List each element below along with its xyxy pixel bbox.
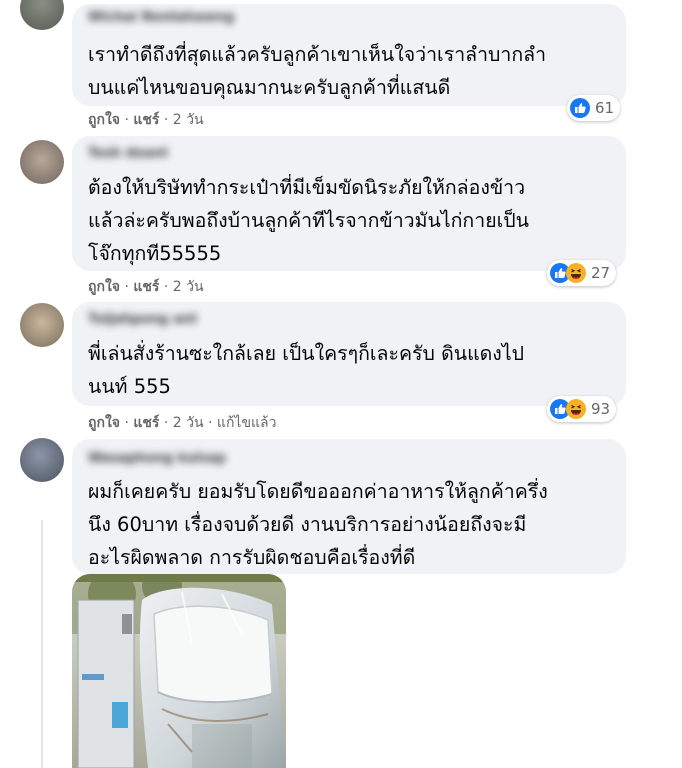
- comment-bubble: Wasaphong kulsap ผมก็เคยครับ ยอมรับโดยดี…: [72, 439, 626, 574]
- comment-line: นึง 60บาท เรื่องจบด้วยดี งานบริการอย่างน…: [88, 513, 527, 536]
- edited-label: แก้ไขแล้ว: [216, 415, 277, 431]
- comment-text: ต้องให้บริษัททำกระเป๋าที่มีเข็มขัดนิระภั…: [88, 171, 610, 270]
- avatar[interactable]: [20, 140, 64, 184]
- separator: ·: [124, 112, 129, 128]
- comment-text: ผมก็เคยครับ ยอมรับโดยดีขอออกค่าอาหารให้ล…: [88, 475, 610, 574]
- comment-photo[interactable]: [72, 574, 286, 768]
- separator: ·: [163, 415, 169, 431]
- comment-line: ต้องให้บริษัททำกระเป๋าที่มีเข็มขัดนิระภั…: [88, 176, 526, 199]
- reaction-summary[interactable]: 93: [547, 396, 617, 422]
- reaction-count: 27: [591, 264, 611, 282]
- timestamp[interactable]: 2 วัน: [173, 415, 204, 431]
- like-reaction-icon: [570, 98, 590, 118]
- comment-line: อะไรผิดพลาด การรับผิดชอบคือเรื่องที่ดี: [88, 546, 416, 569]
- timestamp[interactable]: 2 วัน: [173, 112, 204, 128]
- like-link[interactable]: ถูกใจ: [88, 279, 120, 295]
- comment-text: พี่เล่นสั่งร้านซะใกล้เลย เป็นใครๆก็เละคร…: [88, 337, 610, 403]
- separator: ·: [208, 415, 213, 431]
- reaction-summary[interactable]: 61: [567, 95, 621, 121]
- comment-author[interactable]: Tuljahpong ant: [88, 312, 197, 327]
- comment-line: นนท์ 555: [88, 375, 171, 398]
- thread-line: [41, 520, 43, 768]
- separator: ·: [163, 279, 169, 295]
- avatar[interactable]: [20, 303, 64, 347]
- haha-reaction-icon: [566, 399, 586, 419]
- reaction-count: 93: [591, 400, 611, 418]
- comment-line: เราทำดีถึงที่สุดแล้วครับลูกค้าเขาเห็นใจว…: [88, 43, 547, 66]
- comment-author[interactable]: Wasaphong kulsap: [88, 451, 226, 466]
- avatar[interactable]: [20, 0, 64, 30]
- comment-bubble: Tuljahpong ant พี่เล่นสั่งร้านซะใกล้เลย …: [72, 302, 626, 406]
- share-link[interactable]: แชร์: [133, 112, 159, 128]
- comment-actions: ถูกใจ · แชร์ · 2 วัน: [88, 109, 204, 131]
- separator: ·: [124, 415, 129, 431]
- comment-line: ผมก็เคยครับ ยอมรับโดยดีขอออกค่าอาหารให้ล…: [88, 480, 548, 503]
- share-link[interactable]: แชร์: [133, 279, 159, 295]
- comment-actions: ถูกใจ · แชร์ · 2 วัน · แก้ไขแล้ว: [88, 412, 277, 434]
- timestamp[interactable]: 2 วัน: [173, 279, 204, 295]
- like-link[interactable]: ถูกใจ: [88, 415, 120, 431]
- comment-line: โจ๊กทุกที55555: [88, 242, 222, 265]
- comment-line: พี่เล่นสั่งร้านซะใกล้เลย เป็นใครๆก็เละคร…: [88, 342, 525, 365]
- comment-author[interactable]: Wichai Nontahawng: [88, 10, 234, 25]
- share-link[interactable]: แชร์: [133, 415, 159, 431]
- avatar[interactable]: [20, 438, 64, 482]
- comment-actions: ถูกใจ · แชร์ · 2 วัน: [88, 276, 204, 298]
- comment-text: เราทำดีถึงที่สุดแล้วครับลูกค้าเขาเห็นใจว…: [88, 38, 610, 104]
- reaction-count: 61: [595, 99, 615, 117]
- reaction-summary[interactable]: 27: [547, 260, 617, 286]
- comment-line: บนแค่ไหนขอบคุณมากนะครับลูกค้าที่แสนดี: [88, 76, 451, 99]
- haha-reaction-icon: [566, 263, 586, 283]
- comment-author[interactable]: Tosh doant: [88, 146, 168, 161]
- photo-image: [72, 574, 286, 768]
- comment-line: แล้วล่ะครับพอถึงบ้านลูกค้าทีไรจากข้าวมัน…: [88, 209, 529, 232]
- comment-bubble: Tosh doant ต้องให้บริษัททำกระเป๋าที่มีเข…: [72, 136, 626, 271]
- separator: ·: [163, 112, 169, 128]
- separator: ·: [124, 279, 129, 295]
- like-link[interactable]: ถูกใจ: [88, 112, 120, 128]
- comment-bubble: Wichai Nontahawng เราทำดีถึงที่สุดแล้วคร…: [72, 4, 626, 106]
